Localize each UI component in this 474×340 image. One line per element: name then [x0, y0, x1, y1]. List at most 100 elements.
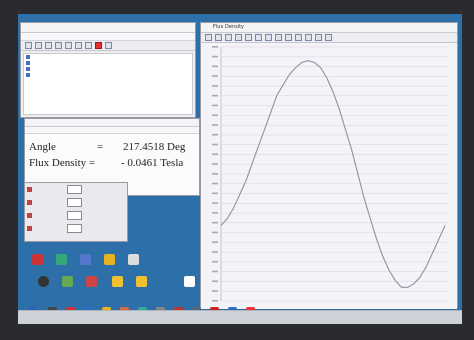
toolbar-button[interactable]	[255, 34, 262, 41]
folder-icon	[26, 67, 30, 71]
folder-icon	[26, 61, 30, 65]
setting-field[interactable]	[67, 198, 82, 207]
zoom-in-icon[interactable]	[205, 34, 212, 41]
y-tick-mark	[212, 65, 218, 68]
settings-panel	[24, 182, 128, 242]
app-window-menubar: ​	[21, 33, 195, 41]
app-icon	[61, 276, 73, 287]
y-tick-mark	[212, 104, 218, 107]
y-tick-mark	[212, 221, 218, 224]
y-tick-mark	[212, 182, 218, 185]
y-tick-mark	[212, 192, 218, 195]
flux-density-value: - 0.0461 Tesla	[121, 157, 184, 169]
readout-titlebar[interactable]	[25, 119, 199, 127]
toolbar-button[interactable]	[85, 42, 92, 49]
app-icon	[127, 254, 139, 265]
y-tick-mark	[212, 133, 218, 136]
y-tick-mark	[212, 85, 218, 87]
toolbar-button[interactable]	[45, 42, 52, 49]
desktop-icon[interactable]	[178, 276, 200, 288]
toolbar-button[interactable]	[295, 34, 302, 41]
folder-icon	[26, 73, 30, 77]
stop-icon[interactable]	[95, 42, 102, 49]
readout-menubar	[25, 127, 199, 134]
setting-field[interactable]	[67, 185, 82, 194]
toolbar-button[interactable]	[315, 34, 322, 41]
app-window-toolbar	[21, 41, 195, 51]
y-tick-mark	[212, 231, 218, 234]
desktop-icon[interactable]	[130, 276, 152, 288]
y-tick-mark	[212, 55, 218, 58]
desktop-icon[interactable]	[74, 254, 96, 266]
app-icon	[37, 276, 49, 287]
y-tick-mark	[212, 212, 218, 214]
flux-density-plot	[201, 43, 457, 309]
app-icon	[55, 254, 67, 265]
app-icon	[31, 254, 43, 265]
setting-field[interactable]	[67, 211, 82, 220]
app-window-main: ​	[20, 22, 196, 118]
desktop-icon[interactable]	[80, 276, 102, 288]
document-icon	[183, 276, 195, 287]
y-tick-mark	[212, 300, 218, 302]
desktop-icon[interactable]	[50, 254, 72, 266]
toolbar-button[interactable]	[55, 42, 62, 49]
desktop-icon[interactable]	[32, 276, 54, 288]
angle-equals: =	[97, 141, 104, 153]
y-tick-mark	[212, 143, 218, 146]
setting-row	[25, 222, 127, 235]
app-window-titlebar[interactable]	[21, 23, 195, 33]
cursor-icon[interactable]	[235, 34, 242, 41]
toolbar-button[interactable]	[265, 34, 272, 41]
plot-toolbar	[201, 33, 457, 43]
toolbar-button[interactable]	[245, 34, 252, 41]
y-tick-mark	[212, 163, 218, 165]
setting-field[interactable]	[67, 224, 82, 233]
y-tick-mark	[212, 124, 218, 126]
y-tick-mark	[212, 173, 218, 175]
toolbar-button[interactable]	[25, 42, 32, 49]
angle-label: Angle	[29, 141, 56, 153]
toolbar-button[interactable]	[75, 42, 82, 49]
toolbar-button[interactable]	[305, 34, 312, 41]
setting-row	[25, 209, 127, 222]
y-tick-mark	[212, 241, 218, 243]
folder-icon	[26, 55, 30, 59]
app-icon	[85, 276, 97, 287]
toolbar-button[interactable]	[275, 34, 282, 41]
tree-item[interactable]	[24, 72, 192, 78]
y-tick-mark	[212, 94, 218, 97]
plot-window-titlebar[interactable]: Flux Density	[201, 23, 457, 33]
pan-icon[interactable]	[225, 34, 232, 41]
zoom-out-icon[interactable]	[215, 34, 222, 41]
setting-icon	[27, 226, 32, 231]
setting-icon	[27, 213, 32, 218]
app-icon	[103, 254, 115, 265]
y-tick-mark	[212, 46, 218, 48]
folder-icon	[111, 276, 123, 287]
setting-icon	[27, 200, 32, 205]
flux-density-label: Flux Density =	[29, 157, 96, 169]
plot-window-title: Flux Density	[213, 24, 244, 30]
desktop-icon[interactable]	[26, 254, 48, 266]
toolbar-button[interactable]	[325, 34, 332, 41]
desktop-screen: ​ Angle = 217.4518 Deg Flux Density = - …	[18, 14, 462, 324]
project-tree	[23, 53, 193, 115]
y-tick-mark	[212, 202, 218, 204]
y-tick-mark	[212, 280, 218, 283]
y-tick-mark	[212, 75, 218, 77]
app-icon	[79, 254, 91, 265]
setting-row	[25, 196, 127, 209]
desktop-icon[interactable]	[122, 254, 144, 266]
toolbar-button[interactable]	[65, 42, 72, 49]
desktop-icon[interactable]	[106, 276, 128, 288]
y-tick-mark	[212, 290, 218, 292]
toolbar-button[interactable]	[105, 42, 112, 49]
toolbar-button[interactable]	[35, 42, 42, 49]
toolbar-button[interactable]	[285, 34, 292, 41]
angle-value: 217.4518 Deg	[123, 141, 186, 153]
y-tick-mark	[212, 251, 218, 253]
desktop-icon[interactable]	[56, 276, 78, 288]
desktop-icon[interactable]	[98, 254, 120, 266]
setting-row	[25, 183, 127, 196]
